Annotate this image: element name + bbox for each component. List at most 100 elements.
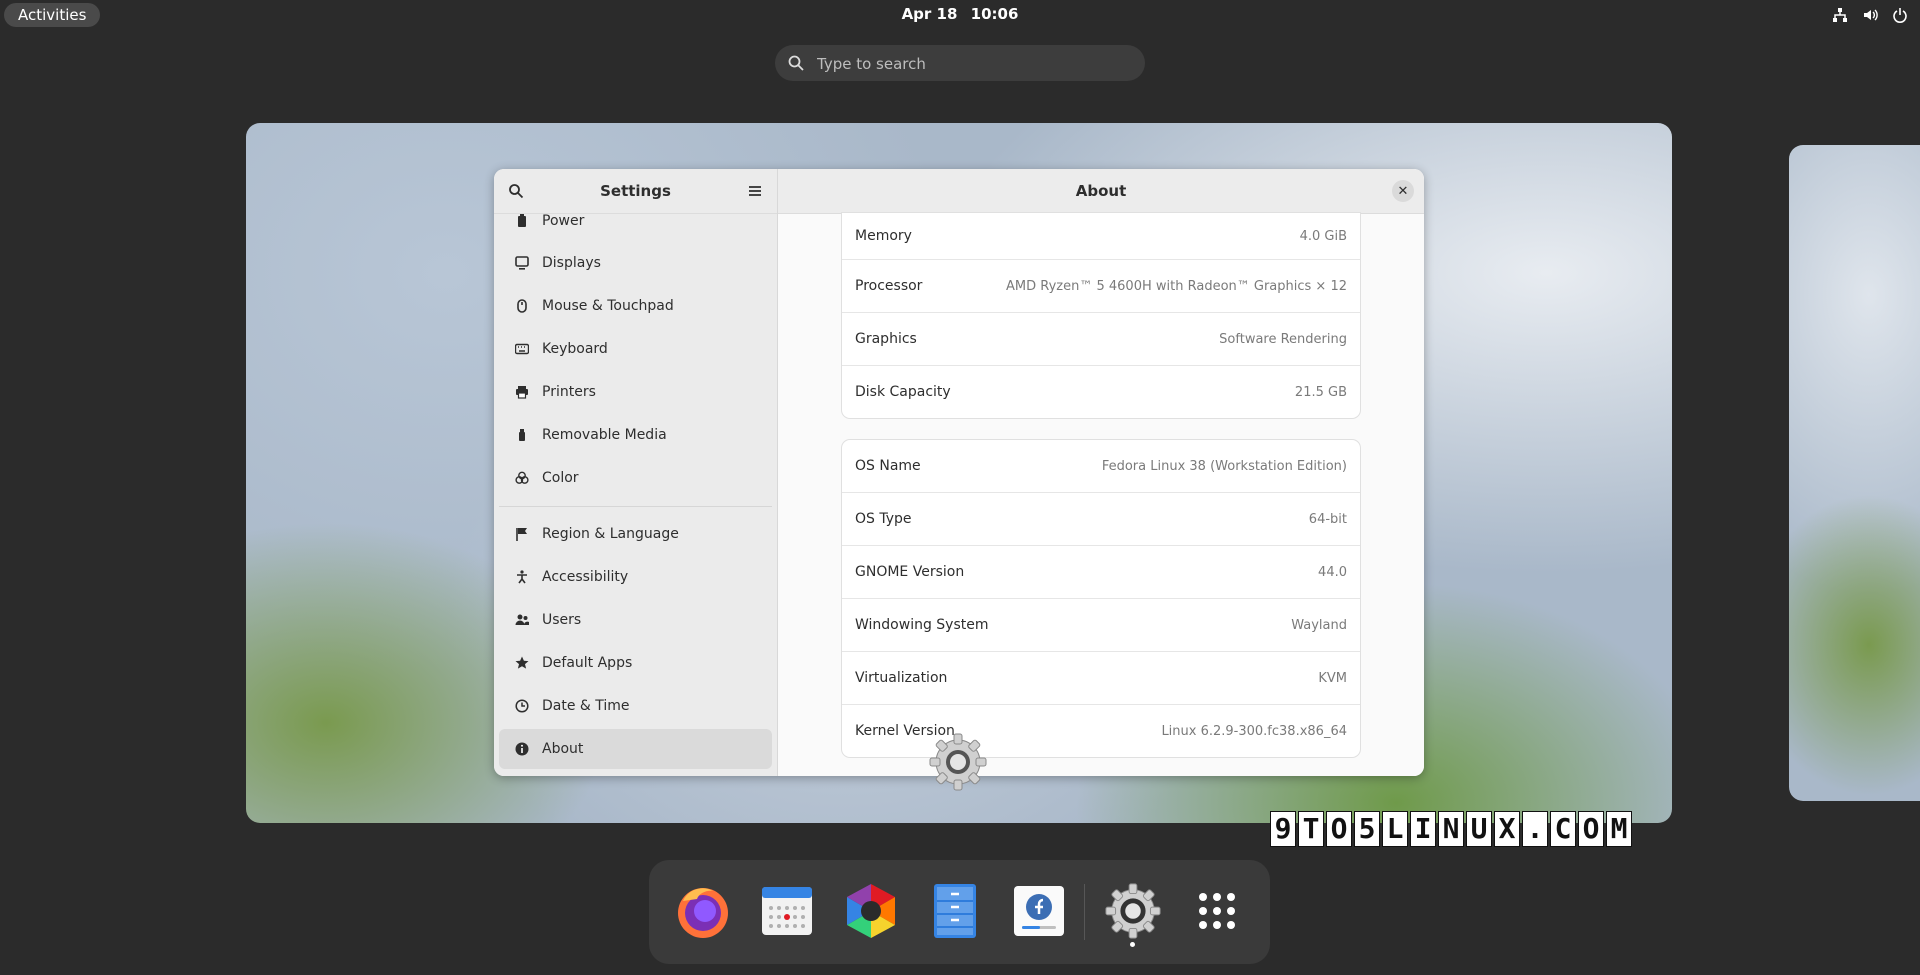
mouse-icon xyxy=(514,298,530,314)
dock xyxy=(649,860,1270,964)
sidebar-item-color[interactable]: Color xyxy=(499,458,772,498)
search-input[interactable] xyxy=(815,45,1119,83)
row-key: Graphics xyxy=(855,331,917,347)
calendar-icon xyxy=(762,887,812,935)
row-key: Disk Capacity xyxy=(855,384,951,400)
sidebar-item-label: Keyboard xyxy=(542,341,608,357)
settings-gear-icon xyxy=(1105,883,1161,939)
close-icon: ✕ xyxy=(1397,183,1409,199)
usb-icon xyxy=(514,427,530,443)
sidebar-item-keyboard[interactable]: Keyboard xyxy=(499,329,772,369)
watermark-char: C xyxy=(1550,811,1576,847)
watermark-char: O xyxy=(1326,811,1352,847)
clock[interactable]: Apr 18 10:06 xyxy=(0,5,1920,23)
sidebar-item-date-time[interactable]: Date & Time xyxy=(499,686,772,726)
watermark-char: N xyxy=(1438,811,1464,847)
row-value: Fedora Linux 38 (Workstation Edition) xyxy=(1101,458,1347,474)
dock-app-grid[interactable] xyxy=(1186,880,1248,942)
info-row-os-type[interactable]: OS Type 64-bit xyxy=(842,493,1360,546)
dock-app-fedora-media-writer[interactable] xyxy=(1008,880,1070,942)
info-row-disk-capacity[interactable]: Disk Capacity 21.5 GB xyxy=(842,366,1360,418)
keyboard-icon xyxy=(514,341,530,357)
watermark-char: I xyxy=(1410,811,1436,847)
dock-app-photos[interactable] xyxy=(840,880,902,942)
sidebar-item-removable-media[interactable]: Removable Media xyxy=(499,415,772,455)
volume-icon[interactable] xyxy=(1860,5,1880,25)
software-card: OS Name Fedora Linux 38 (Workstation Edit… xyxy=(842,440,1360,757)
system-tray[interactable] xyxy=(1830,5,1910,25)
row-value: Software Rendering xyxy=(1219,331,1347,347)
settings-window[interactable]: Settings Power Displays Mouse & Touchpad… xyxy=(494,169,1424,776)
hardware-card: Memory 4.0 GiB Processor AMD Ryzen™ 5 4600… xyxy=(842,213,1360,418)
app-grid-icon xyxy=(1199,893,1235,929)
sidebar-item-region-language[interactable]: Region & Language xyxy=(499,514,772,554)
info-row-windowing-system[interactable]: Windowing System Wayland xyxy=(842,599,1360,652)
dock-app-firefox[interactable] xyxy=(672,880,734,942)
sidebar-item-accessibility[interactable]: Accessibility xyxy=(499,557,772,597)
dock-app-calendar[interactable] xyxy=(756,880,818,942)
sidebar-item-label: Accessibility xyxy=(542,569,629,585)
sidebar-item-label: Removable Media xyxy=(542,427,667,443)
row-key: Processor xyxy=(855,278,923,294)
watermark-char: O xyxy=(1578,811,1604,847)
menu-icon[interactable] xyxy=(745,181,765,201)
row-key: GNOME Version xyxy=(855,564,965,580)
info-row-memory[interactable]: Memory 4.0 GiB xyxy=(842,213,1360,260)
close-button[interactable]: ✕ xyxy=(1392,180,1414,202)
sidebar-item-label: Color xyxy=(542,470,579,486)
row-key: Virtualization xyxy=(855,670,948,686)
watermark-char: M xyxy=(1606,811,1632,847)
accessibility-icon xyxy=(514,569,530,585)
flag-icon xyxy=(514,526,530,542)
display-icon xyxy=(514,255,530,271)
clock-time: 10:06 xyxy=(970,5,1019,23)
row-key: Windowing System xyxy=(855,617,989,633)
sidebar-item-default-apps[interactable]: Default Apps xyxy=(499,643,772,683)
row-value: 64-bit xyxy=(1308,511,1347,527)
dock-app-settings[interactable] xyxy=(1102,880,1164,942)
watermark-char: L xyxy=(1382,811,1408,847)
info-row-kernel-version[interactable]: Kernel Version Linux 6.2.9-300.fc38.x86_6… xyxy=(842,705,1360,757)
row-value: 44.0 xyxy=(1318,564,1347,580)
firefox-icon xyxy=(678,888,728,938)
info-row-graphics[interactable]: Graphics Software Rendering xyxy=(842,313,1360,366)
users-icon xyxy=(514,612,530,628)
info-row-virtualization[interactable]: Virtualization KVM xyxy=(842,652,1360,705)
sidebar-item-users[interactable]: Users xyxy=(499,600,772,640)
settings-sidebar: Settings Power Displays Mouse & Touchpad… xyxy=(494,169,778,776)
about-header: About ✕ xyxy=(778,169,1424,214)
sidebar-item-label: Power xyxy=(542,213,585,229)
next-workspace-thumbnail[interactable] xyxy=(1789,145,1920,801)
row-value: KVM xyxy=(1318,670,1347,686)
watermark-char: 9 xyxy=(1270,811,1296,847)
watermark-char: . xyxy=(1522,811,1548,847)
running-indicator xyxy=(1130,942,1135,947)
sidebar-item-label: Region & Language xyxy=(542,526,679,542)
sidebar-item-mouse[interactable]: Mouse & Touchpad xyxy=(499,286,772,326)
network-icon[interactable] xyxy=(1830,5,1850,25)
sidebar-item-about[interactable]: About xyxy=(499,729,772,769)
info-row-os-name[interactable]: OS Name Fedora Linux 38 (Workstation Edit… xyxy=(842,440,1360,493)
sidebar-item-label: Printers xyxy=(542,384,596,400)
site-watermark: 9TO5LINUX.COM xyxy=(1270,811,1632,847)
sidebar-item-power[interactable]: Power xyxy=(499,201,772,241)
row-value: Wayland xyxy=(1291,617,1347,633)
search-icon xyxy=(787,54,805,72)
top-bar: Activities Apr 18 10:06 xyxy=(0,0,1920,31)
power-icon[interactable] xyxy=(1890,5,1910,25)
info-icon xyxy=(514,741,530,757)
row-key: OS Type xyxy=(855,511,912,527)
sidebar-item-displays[interactable]: Displays xyxy=(499,243,772,283)
clock-date: Apr 18 xyxy=(901,5,958,23)
info-row-gnome-version[interactable]: GNOME Version 44.0 xyxy=(842,546,1360,599)
printer-icon xyxy=(514,384,530,400)
sidebar-item-label: Users xyxy=(542,612,582,628)
search-bar[interactable] xyxy=(775,45,1145,83)
row-key: Memory xyxy=(855,228,912,244)
photos-icon xyxy=(847,884,895,938)
dock-app-files[interactable] xyxy=(924,880,986,942)
watermark-char: T xyxy=(1298,811,1324,847)
sidebar-item-printers[interactable]: Printers xyxy=(499,372,772,412)
info-row-processor[interactable]: Processor AMD Ryzen™ 5 4600H with Radeon™… xyxy=(842,260,1360,313)
sidebar-item-label: About xyxy=(542,741,584,757)
